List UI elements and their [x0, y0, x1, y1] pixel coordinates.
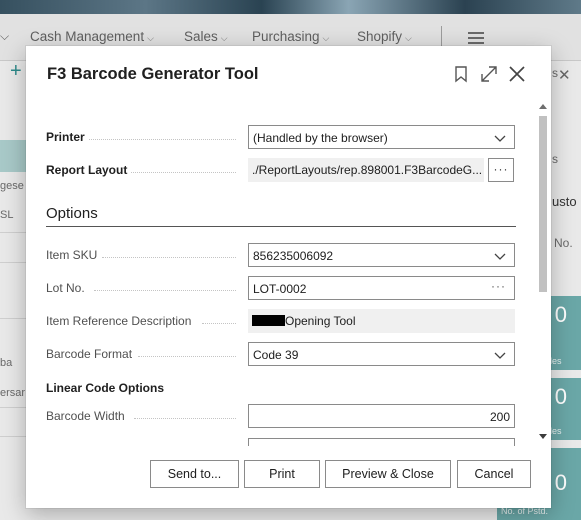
divider [0, 262, 26, 263]
header-banner [0, 0, 581, 14]
linear-code-options-header: Linear Code Options [46, 381, 165, 395]
printer-select[interactable]: (Handled by the browser) [248, 125, 515, 149]
background-text: s [552, 66, 558, 80]
item-sku-row: Item SKU 856235006092 [46, 243, 516, 269]
background-text: gese [0, 180, 24, 192]
nav-overflow-chevron-icon[interactable]: ⌵ [0, 29, 9, 44]
selected-row-highlight [0, 140, 28, 172]
report-layout-field: ./ReportLayouts/rep.898001.F3BarcodeG... [248, 158, 484, 182]
item-sku-select[interactable]: 856235006092 [248, 243, 515, 267]
nav-item-sales[interactable]: Sales ⌵ [184, 29, 228, 44]
nav-item-purchasing[interactable]: Purchasing ⌵ [252, 29, 329, 44]
report-layout-label: Report Layout [46, 163, 246, 177]
lot-no-row: Lot No. LOT-0002 ··· [46, 276, 516, 302]
nav-item-cash-management[interactable]: Cash Management ⌵ [30, 29, 154, 44]
chevron-down-icon [494, 250, 506, 265]
barcode-format-label: Barcode Format [46, 347, 246, 361]
background-text: ersar [0, 387, 26, 399]
item-reference-description-label: Item Reference Description [46, 314, 246, 328]
bookmark-icon[interactable] [451, 64, 471, 84]
divider [0, 407, 26, 408]
close-icon[interactable] [507, 64, 527, 84]
close-icon[interactable]: ✕ [558, 66, 571, 84]
scrollbar-thumb[interactable] [539, 116, 547, 292]
dialog-title-actions [451, 64, 527, 84]
barcode-generator-dialog: F3 Barcode Generator Tool Printer (Handl… [26, 46, 551, 508]
nav-divider [441, 26, 442, 48]
background-text: ba [0, 357, 13, 369]
chevron-down-icon: ⌵ [147, 33, 154, 43]
scroll-down-icon[interactable] [539, 434, 547, 439]
barcode-width-row: Barcode Width 200 [46, 404, 516, 430]
printer-row: Printer (Handled by the browser) [46, 125, 516, 151]
background-heading: usto [552, 194, 577, 209]
dialog-title: F3 Barcode Generator Tool [47, 65, 259, 83]
expand-icon[interactable] [479, 64, 499, 84]
chevron-down-icon [494, 349, 506, 364]
background-tab: s [552, 152, 558, 166]
report-layout-lookup-button[interactable]: ··· [488, 158, 514, 182]
background-text: SL [0, 209, 14, 221]
lookup-ellipsis-icon[interactable]: ··· [491, 279, 506, 293]
printer-label: Printer [46, 130, 246, 144]
scroll-up-icon[interactable] [539, 104, 547, 109]
lot-no-field[interactable]: LOT-0002 ··· [248, 276, 515, 300]
hamburger-menu-icon[interactable] [468, 32, 484, 47]
print-button[interactable]: Print [244, 460, 320, 488]
send-to-button[interactable]: Send to... [150, 460, 239, 488]
barcode-format-row: Barcode Format Code 39 [46, 342, 516, 368]
item-reference-description-field: Opening Tool [248, 309, 515, 333]
preview-close-button[interactable]: Preview & Close [325, 460, 451, 488]
dialog-scrollbar[interactable] [537, 104, 549, 442]
lot-no-label: Lot No. [46, 281, 246, 295]
nav-item-shopify[interactable]: Shopify ⌵ [357, 29, 412, 44]
background-column-header: No. [554, 236, 573, 250]
add-icon[interactable]: + [10, 60, 22, 83]
chevron-down-icon [494, 132, 506, 147]
divider [0, 318, 26, 319]
chevron-down-icon: ⌵ [220, 33, 228, 43]
barcode-format-select[interactable]: Code 39 [248, 342, 515, 366]
redaction-block [252, 315, 285, 326]
chevron-down-icon: ⌵ [405, 33, 412, 43]
divider [0, 232, 26, 233]
dialog-footer: Send to... Print Preview & Close Cancel [26, 446, 551, 508]
options-section-header[interactable]: Options [46, 205, 98, 222]
section-divider [46, 226, 516, 227]
divider [0, 436, 26, 437]
dialog-form: Printer (Handled by the browser) Report … [46, 116, 541, 486]
item-sku-label: Item SKU [46, 248, 246, 262]
cancel-button[interactable]: Cancel [457, 460, 531, 488]
barcode-width-input[interactable]: 200 [248, 404, 515, 428]
report-layout-row: Report Layout ./ReportLayouts/rep.898001… [46, 158, 516, 184]
chevron-down-icon: ⌵ [322, 33, 330, 43]
barcode-width-label: Barcode Width [46, 409, 246, 423]
item-reference-description-row: Item Reference Description Opening Tool [46, 309, 516, 335]
